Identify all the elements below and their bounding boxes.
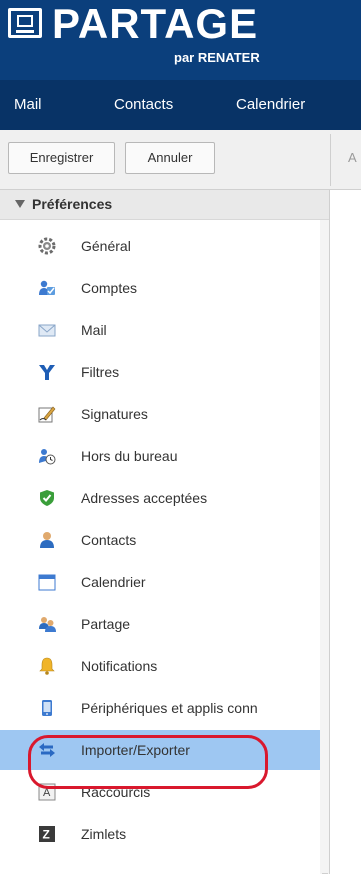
svg-text:Z: Z bbox=[43, 828, 50, 842]
sidebar-item-label: Adresses acceptées bbox=[81, 490, 208, 506]
accounts-icon bbox=[39, 280, 55, 295]
preferences-title: Préférences bbox=[32, 196, 113, 212]
logo-icon bbox=[8, 8, 42, 38]
shield-check-icon bbox=[40, 490, 54, 506]
logo-text: Partage bbox=[52, 0, 259, 47]
sidebar-item-calendrier[interactable]: Calendrier bbox=[0, 562, 322, 602]
sidebar-item-label: Contacts bbox=[81, 532, 137, 548]
sidebar-item-label: Hors du bureau bbox=[81, 448, 178, 464]
preferences-header: Préférences bbox=[0, 190, 329, 220]
logo-subtitle: par RENATER bbox=[174, 50, 260, 65]
gear-icon bbox=[38, 237, 56, 255]
bell-icon bbox=[39, 657, 55, 675]
sidebar-item-hors-du-bureau[interactable]: Hors du bureau bbox=[0, 436, 322, 476]
main-nav: Mail Contacts Calendrier bbox=[0, 80, 361, 130]
zimlet-icon: Z bbox=[39, 826, 55, 842]
highlight-annotation bbox=[28, 735, 268, 789]
device-icon bbox=[42, 700, 52, 716]
sidebar-item-label: Partage bbox=[81, 616, 131, 632]
nav-tab-mail[interactable]: Mail bbox=[14, 96, 42, 114]
scroll-grip-icon[interactable] bbox=[322, 870, 328, 874]
sidebar-item-peripheriques[interactable]: Périphériques et applis conn bbox=[0, 688, 322, 728]
collapse-arrow-icon[interactable] bbox=[15, 200, 25, 208]
sidebar-item-label: Périphériques et applis conn bbox=[81, 700, 258, 716]
sidebar-item-label: Mail bbox=[81, 322, 107, 338]
sidebar-item-notifications[interactable]: Notifications bbox=[0, 646, 322, 686]
toolbar-divider bbox=[330, 134, 331, 186]
sidebar-item-contacts[interactable]: Contacts bbox=[0, 520, 322, 560]
sidebar-item-partage[interactable]: Partage bbox=[0, 604, 322, 644]
calendar-icon bbox=[38, 574, 56, 591]
sidebar-item-label: Filtres bbox=[81, 364, 120, 380]
toolbar-right-label[interactable]: A bbox=[348, 150, 357, 165]
sharing-icon bbox=[39, 617, 56, 632]
sidebar-scrollbar[interactable] bbox=[320, 220, 329, 874]
sidebar-item-label: Signatures bbox=[81, 406, 148, 422]
nav-tab-calendrier[interactable]: Calendrier bbox=[236, 96, 305, 114]
sidebar-item-signatures[interactable]: Signatures bbox=[0, 394, 322, 434]
save-button[interactable]: Enregistrer bbox=[8, 142, 115, 174]
sidebar-item-general[interactable]: Général bbox=[0, 226, 322, 266]
mail-icon bbox=[38, 324, 56, 337]
sidebar-item-filtres[interactable]: Filtres bbox=[0, 352, 322, 392]
app-header: Partage par RENATER bbox=[0, 0, 361, 80]
toolbar: Enregistrer Annuler A bbox=[0, 130, 361, 190]
contact-icon bbox=[40, 532, 54, 548]
preferences-content bbox=[330, 190, 361, 874]
filter-icon bbox=[39, 365, 55, 380]
out-of-office-icon bbox=[39, 449, 56, 465]
sidebar-item-label: Notifications bbox=[81, 658, 158, 674]
nav-tab-contacts[interactable]: Contacts bbox=[114, 96, 173, 114]
sidebar-item-label: Calendrier bbox=[81, 574, 146, 590]
cancel-button[interactable]: Annuler bbox=[125, 142, 215, 174]
sidebar-item-comptes[interactable]: Comptes bbox=[0, 268, 322, 308]
sidebar-item-mail[interactable]: Mail bbox=[0, 310, 322, 350]
sidebar-item-label: Comptes bbox=[81, 280, 138, 296]
sidebar-item-zimlets[interactable]: Z Zimlets bbox=[0, 814, 322, 854]
sidebar-item-label: Zimlets bbox=[81, 826, 127, 842]
signature-icon bbox=[38, 406, 56, 423]
sidebar-item-adresses-acceptees[interactable]: Adresses acceptées bbox=[0, 478, 322, 518]
sidebar-item-label: Général bbox=[81, 238, 131, 254]
